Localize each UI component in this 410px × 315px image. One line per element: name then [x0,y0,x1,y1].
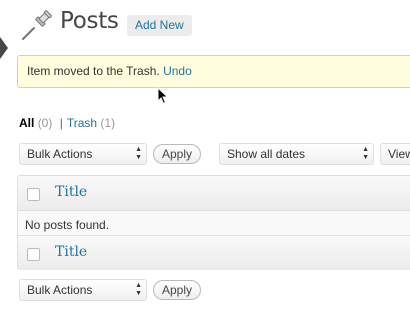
pushpin-icon [19,9,53,43]
select-arrows-icon: ▲ ▼ [135,282,142,297]
view-all-link[interactable]: All [19,116,34,130]
admin-menu-pointer [0,37,8,59]
title-column-header[interactable]: Title [55,184,87,200]
mouse-cursor-icon [157,86,169,108]
apply-button-top[interactable]: Apply [153,144,201,164]
bulk-actions-value: Bulk Actions [27,147,93,161]
table-footer: Title [18,235,410,270]
view-trash-link[interactable]: Trash [67,116,97,130]
title-column-footer[interactable]: Title [55,244,87,260]
view-button-label: View [388,147,410,161]
bulk-actions-value-bottom: Bulk Actions [27,283,93,297]
table-header: Title [18,176,410,211]
select-all-checkbox[interactable] [27,188,40,201]
select-arrows-icon: ▲ ▼ [362,146,369,161]
no-posts-message: No posts found. [25,218,110,232]
notice-message: Item moved to the Trash. [27,64,160,78]
notice-message-line: Item moved to the Trash. Undo [27,64,192,78]
select-arrows-icon: ▲ ▼ [135,146,142,161]
page-title: Posts [60,8,119,34]
view-button[interactable]: View [380,143,410,165]
view-separator: | [59,116,63,130]
view-trash-count: (1) [100,116,116,130]
undo-link[interactable]: Undo [163,64,192,78]
view-all-count: (0) [37,116,53,130]
posts-table: Title No posts found. Title [17,175,410,270]
select-all-checkbox-footer[interactable] [27,248,40,261]
add-new-button[interactable]: Add New [127,15,192,36]
trash-notice: Item moved to the Trash. Undo [17,55,410,88]
date-filter-select[interactable]: Show all dates ▲ ▼ [219,143,374,165]
view-filters: All (0) | Trash (1) [19,116,115,130]
date-filter-value: Show all dates [227,147,306,161]
bulk-actions-select-bottom[interactable]: Bulk Actions ▲ ▼ [19,279,147,301]
bulk-actions-select-top[interactable]: Bulk Actions ▲ ▼ [19,143,147,165]
apply-button-bottom[interactable]: Apply [153,280,201,300]
